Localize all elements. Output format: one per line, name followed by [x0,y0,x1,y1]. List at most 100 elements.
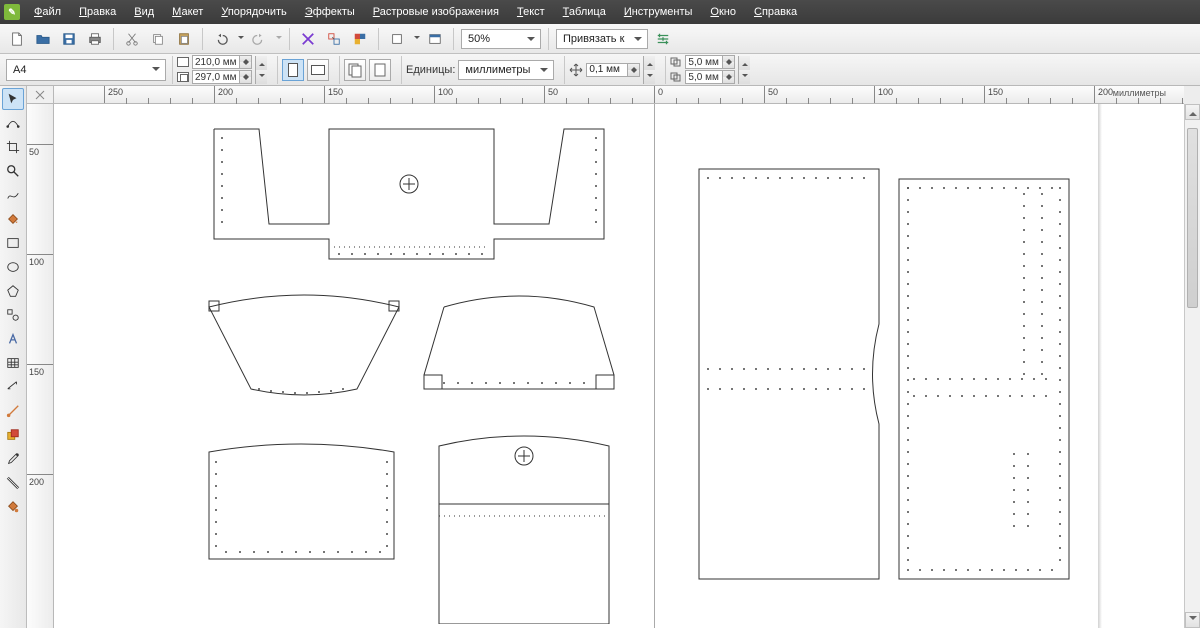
standard-toolbar: 50% Привязать к [0,24,1200,54]
pattern-piece-card-left [204,434,399,564]
app-icon: ✎ [4,4,20,20]
landscape-button[interactable] [307,59,329,81]
crop-tool[interactable] [2,136,24,158]
menu-text[interactable]: Текст [509,3,553,21]
dup-x-icon [670,57,682,67]
open-button[interactable] [32,28,54,50]
property-bar: A4 210,0 мм 297,0 мм Единицы: миллиметры… [0,54,1200,86]
page-shadow [1098,104,1102,628]
options-button[interactable] [652,28,674,50]
redo-button[interactable] [248,28,270,50]
eyedropper-tool[interactable] [2,448,24,470]
vertical-scrollbar[interactable] [1184,104,1200,628]
save-button[interactable] [58,28,80,50]
drawing-canvas[interactable] [54,104,1184,628]
vertical-ruler[interactable]: 50100150200 [27,104,54,628]
canvas-area: миллиметры 25020015010050050100150200 50… [27,86,1200,628]
pattern-piece-panel-right [894,174,1074,584]
export-button[interactable] [323,28,345,50]
app-launcher-dropdown-icon[interactable] [414,36,420,42]
ellipse-tool[interactable] [2,256,24,278]
dim-spin-up[interactable] [255,56,267,70]
polygon-tool[interactable] [2,280,24,302]
ruler-origin[interactable] [27,86,54,104]
nudge-icon [569,63,583,77]
rectangle-tool[interactable] [2,232,24,254]
pattern-piece-trapezoid-right [414,289,624,399]
dim-spin-down[interactable] [255,70,267,84]
import-button[interactable] [297,28,319,50]
text-tool[interactable] [2,328,24,350]
menu-effects[interactable]: Эффекты [297,3,363,21]
basic-shapes-tool[interactable] [2,304,24,326]
dup-spin-down[interactable] [738,70,750,84]
new-button[interactable] [6,28,28,50]
menubar: ✎ Файл Правка Вид Макет Упорядочить Эффе… [0,0,1200,24]
units-combo[interactable]: миллиметры [458,60,554,80]
page-size-combo[interactable]: A4 [6,59,166,81]
shape-edit-tool[interactable] [2,112,24,134]
dup-spin-up[interactable] [738,56,750,70]
units-value: миллиметры [465,64,530,76]
scroll-down-button[interactable] [1185,612,1200,628]
nudge-spin-up[interactable] [643,56,655,70]
menu-window[interactable]: Окно [702,3,744,21]
page-boundary-line [654,104,655,628]
dup-y-input[interactable]: 5,0 мм [685,70,735,84]
dup-x-input[interactable]: 5,0 мм [685,55,735,69]
connector-tool[interactable] [2,400,24,422]
menu-view[interactable]: Вид [126,3,162,21]
zoom-combo[interactable]: 50% [461,29,541,49]
page-height-input[interactable]: 297,0 мм [192,70,252,84]
toolbox [0,86,27,628]
undo-dropdown-icon[interactable] [238,36,244,42]
workspace: миллиметры 25020015010050050100150200 50… [0,86,1200,628]
apply-all-pages-button[interactable] [344,59,366,81]
cut-button[interactable] [121,28,143,50]
print-button[interactable] [84,28,106,50]
smart-fill-tool[interactable] [2,208,24,230]
menu-bitmaps[interactable]: Растровые изображения [365,3,507,21]
freehand-tool[interactable] [2,184,24,206]
nudge-group: 0,1 мм [564,56,659,84]
units-label: Единицы: [406,64,455,76]
menu-tools[interactable]: Инструменты [616,3,701,21]
pick-tool[interactable] [2,88,24,110]
welcome-button[interactable] [424,28,446,50]
menu-arrange[interactable]: Упорядочить [213,3,294,21]
scroll-thumb[interactable] [1187,128,1198,308]
page-width-input[interactable]: 210,0 мм [192,55,252,69]
copy-button[interactable] [147,28,169,50]
outline-tool[interactable] [2,472,24,494]
snap-combo[interactable]: Привязать к [556,29,648,49]
height-icon [177,72,189,82]
redo-dropdown-icon[interactable] [276,36,282,42]
menu-edit[interactable]: Правка [71,3,124,21]
table-tool[interactable] [2,352,24,374]
menu-table[interactable]: Таблица [555,3,614,21]
page-size-value: A4 [13,64,26,76]
menu-layout[interactable]: Макет [164,3,211,21]
width-icon [177,57,189,67]
menu-help[interactable]: Справка [746,3,805,21]
apply-current-page-button[interactable] [369,59,391,81]
fill-tool[interactable] [2,496,24,518]
nudge-spin-down[interactable] [643,70,655,84]
publish-button[interactable] [349,28,371,50]
horizontal-ruler[interactable]: миллиметры 25020015010050050100150200 [54,86,1184,104]
dup-y-icon [670,72,682,82]
portrait-button[interactable] [282,59,304,81]
menu-file[interactable]: Файл [26,3,69,21]
undo-button[interactable] [210,28,232,50]
interactive-effects-tool[interactable] [2,424,24,446]
scroll-up-button[interactable] [1185,104,1200,120]
zoom-tool[interactable] [2,160,24,182]
dimension-tool[interactable] [2,376,24,398]
paste-button[interactable] [173,28,195,50]
pattern-piece-trapezoid-left [199,289,409,399]
app-launcher-button[interactable] [386,28,408,50]
nudge-input[interactable]: 0,1 мм [586,63,640,77]
zoom-value: 50% [468,33,490,45]
units-group: Единицы: миллиметры [401,56,558,84]
orientation-group [277,56,333,84]
